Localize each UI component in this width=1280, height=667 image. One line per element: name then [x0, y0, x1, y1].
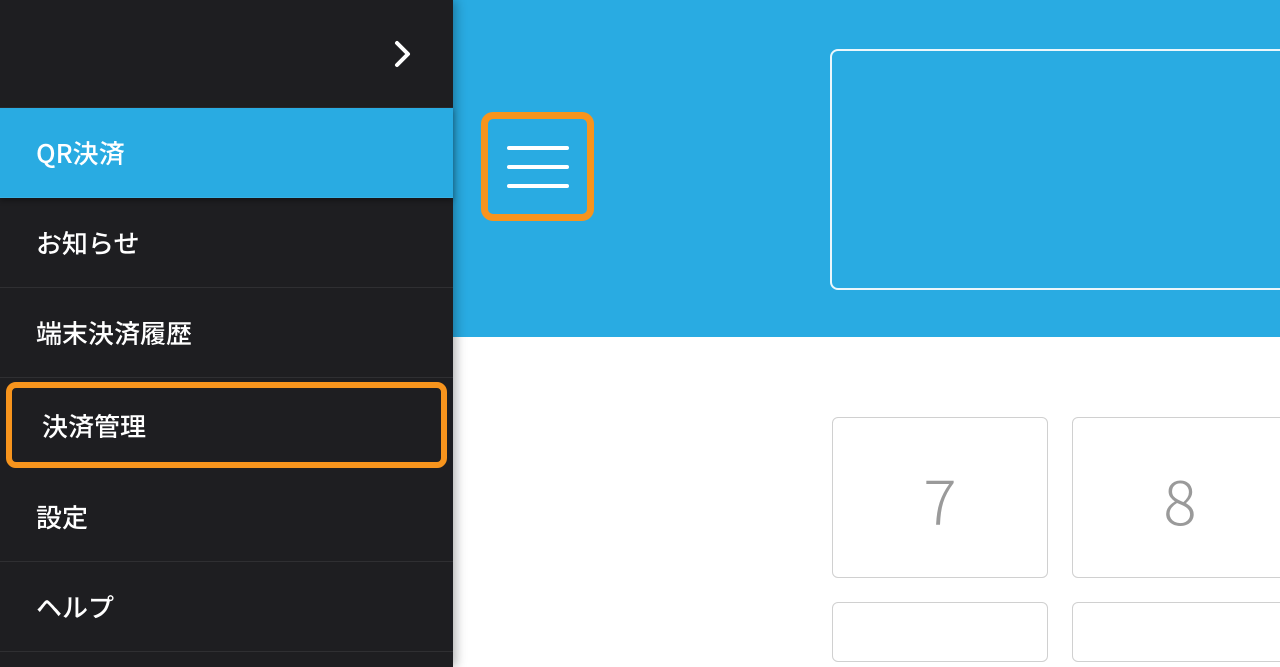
- hamburger-icon: [507, 146, 569, 188]
- sidebar-item-label: QR決済: [36, 134, 125, 171]
- sidebar-item-label: 決済管理: [42, 407, 146, 444]
- keypad-key-8[interactable]: 8: [1072, 417, 1280, 578]
- sidebar-item-label: ヘルプ: [36, 588, 114, 625]
- keypad: 7 8: [453, 337, 1280, 662]
- chevron-right-icon: [394, 40, 412, 68]
- sidebar-item-label: 設定: [36, 498, 88, 535]
- sidebar-item-help[interactable]: ヘルプ: [0, 562, 453, 652]
- keypad-key-7[interactable]: 7: [832, 417, 1048, 578]
- key-label: 8: [1163, 453, 1196, 543]
- sidebar-item-settings[interactable]: 設定: [0, 472, 453, 562]
- sidebar-item-notifications[interactable]: お知らせ: [0, 198, 453, 288]
- key-label: 7: [923, 453, 956, 543]
- menu-toggle-button[interactable]: [481, 112, 594, 221]
- sidebar-item-label: お知らせ: [36, 224, 139, 261]
- collapse-sidebar-button[interactable]: [383, 34, 423, 74]
- sidebar-item-label: 端末決済履歴: [36, 314, 192, 351]
- keypad-key-partial[interactable]: [1072, 602, 1280, 662]
- keypad-row: 7 8: [832, 417, 1280, 578]
- amount-display: [830, 49, 1280, 290]
- keypad-row: [832, 602, 1280, 662]
- sidebar-item-payment-management[interactable]: 決済管理: [6, 382, 447, 468]
- sidebar: QR決済 お知らせ 端末決済履歴 決済管理 設定 ヘルプ: [0, 0, 453, 667]
- sidebar-item-terminal-payment-history[interactable]: 端末決済履歴: [0, 288, 453, 378]
- main-header: [453, 0, 1280, 337]
- sidebar-header: [0, 0, 453, 108]
- sidebar-item-qr-payment[interactable]: QR決済: [0, 108, 453, 198]
- keypad-key-partial[interactable]: [832, 602, 1048, 662]
- main-content: 7 8: [453, 0, 1280, 667]
